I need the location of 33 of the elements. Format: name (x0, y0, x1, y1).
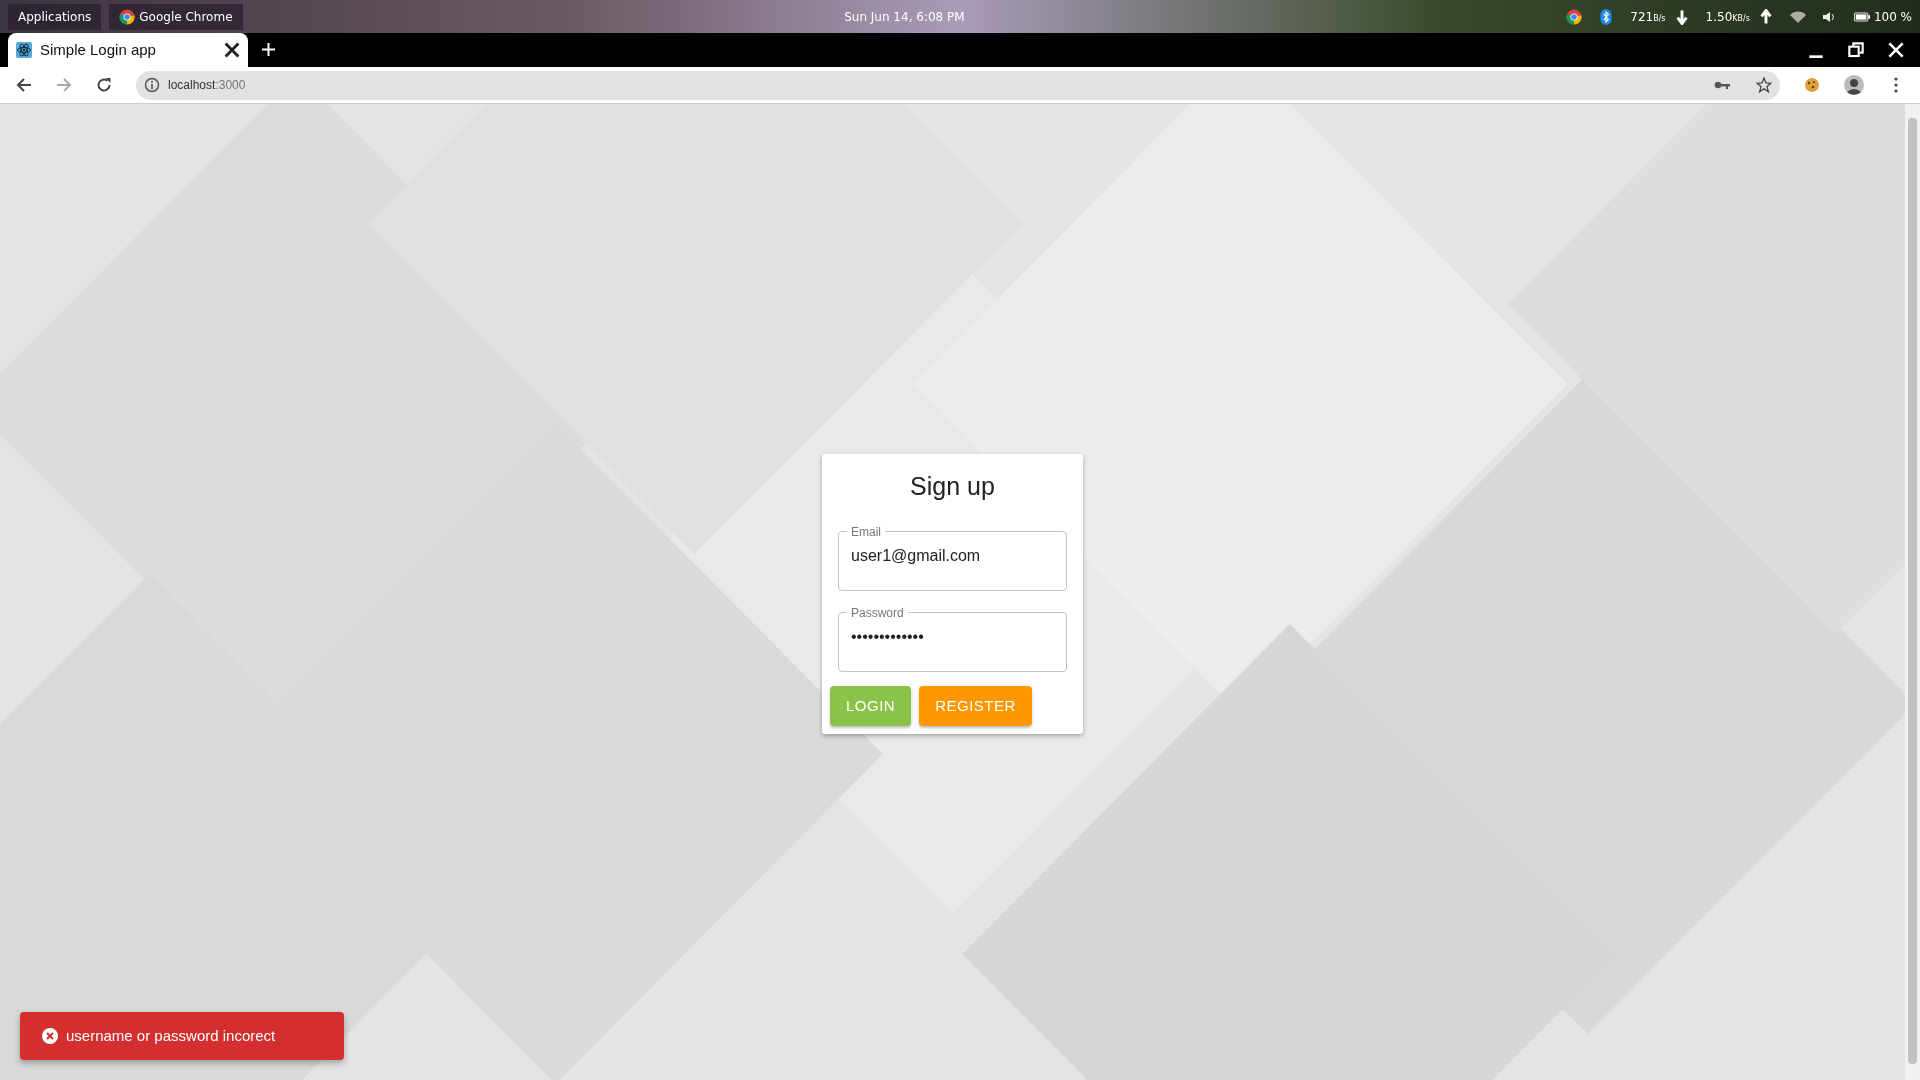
star-icon[interactable] (1756, 77, 1772, 93)
chrome-icon[interactable] (1566, 8, 1583, 25)
input-field[interactable]: ••••••••••••• (851, 618, 1054, 659)
new-tab-icon[interactable] (262, 43, 275, 56)
input-field[interactable]: user1@gmail.com (851, 537, 1054, 578)
cookie-icon[interactable] (1804, 77, 1820, 93)
battery-level: 100 % (1873, 8, 1912, 26)
form-title: Sign up (909, 471, 996, 502)
text-field[interactable]: Email user1@gmail.com (838, 525, 1067, 591)
reload-icon[interactable] (96, 77, 112, 93)
network-speed: 721 B/s (1630, 8, 1666, 26)
scrollbar-thumb[interactable] (1908, 118, 1917, 1064)
taskbar-app[interactable]: Google Chrome (109, 3, 243, 30)
restore-icon[interactable] (1848, 42, 1864, 58)
text-field[interactable]: Password ••••••••••••• (838, 606, 1067, 672)
chrome-icon (119, 8, 136, 25)
avatar-icon[interactable] (1844, 75, 1864, 95)
close-icon[interactable] (224, 42, 240, 58)
url-text: localhost:3000 (168, 77, 247, 94)
info-icon[interactable] (144, 77, 160, 93)
error-icon (42, 1028, 58, 1044)
field-label: Email (850, 525, 882, 538)
network-speed: 1.50KB/s (1705, 8, 1750, 26)
toast-message: username or password incorect (66, 1025, 276, 1046)
field-label: Password (850, 606, 905, 619)
scrollbar[interactable] (1905, 104, 1920, 1080)
bluetooth-icon[interactable] (1598, 8, 1615, 25)
address-bar[interactable]: localhost:3000 (136, 70, 1780, 100)
browser-tab[interactable]: Simple Login app (8, 33, 248, 67)
back-icon[interactable] (16, 77, 32, 93)
atom-icon (16, 42, 32, 58)
tab-title: Simple Login app (40, 39, 157, 60)
applications-menu[interactable]: Applications (8, 3, 102, 30)
